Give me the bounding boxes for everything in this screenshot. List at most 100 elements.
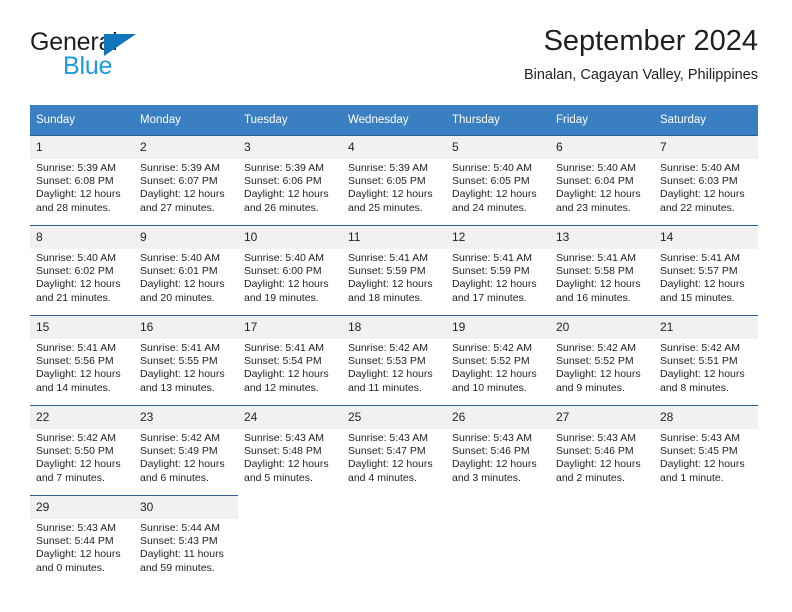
daylight-text-line2: and 4 minutes.	[348, 471, 417, 484]
calendar-day-cell[interactable]: 8 Sunrise: 5:40 AM Sunset: 6:02 PM Daylight…	[30, 225, 134, 308]
day-details: Sunrise: 5:41 AM Sunset: 5:54 PM Daylight:…	[238, 339, 342, 395]
calendar-day-cell[interactable]: 21 Sunrise: 5:42 AM Sunset: 5:51 PM Dayligh…	[654, 315, 758, 398]
day-cell-inner	[342, 495, 446, 518]
sunrise-text: Sunrise: 5:40 AM	[660, 162, 740, 174]
daylight-text-line1: Daylight: 12 hours	[452, 278, 537, 291]
daylight-text-line1: Daylight: 12 hours	[244, 188, 329, 201]
calendar-day-cell[interactable]: 17 Sunrise: 5:41 AM Sunset: 5:54 PM Dayligh…	[238, 315, 342, 398]
day-number	[238, 495, 342, 518]
calendar-day-cell[interactable]: 6 Sunrise: 5:40 AM Sunset: 6:04 PM Daylight…	[550, 135, 654, 218]
sunset-text: Sunset: 5:56 PM	[36, 355, 114, 368]
sunset-text: Sunset: 5:54 PM	[244, 355, 322, 368]
day-number	[342, 495, 446, 518]
daylight-text-line1: Daylight: 12 hours	[452, 458, 537, 471]
day-cell-inner: 12 Sunrise: 5:41 AM Sunset: 5:59 PM Dayligh…	[446, 225, 550, 308]
sunset-text: Sunset: 5:47 PM	[348, 445, 426, 458]
calendar-day-cell[interactable]: 4 Sunrise: 5:39 AM Sunset: 6:05 PM Daylight…	[342, 135, 446, 218]
day-details: Sunrise: 5:40 AM Sunset: 6:05 PM Daylight:…	[446, 159, 550, 215]
daylight-text-line2: and 2 minutes.	[556, 471, 625, 484]
calendar-day-cell[interactable]: 2 Sunrise: 5:39 AM Sunset: 6:07 PM Daylight…	[134, 135, 238, 218]
calendar-day-cell[interactable]: 16 Sunrise: 5:41 AM Sunset: 5:55 PM Dayligh…	[134, 315, 238, 398]
daylight-text-line2: and 23 minutes.	[556, 201, 631, 214]
calendar-day-cell[interactable]: 15 Sunrise: 5:41 AM Sunset: 5:56 PM Dayligh…	[30, 315, 134, 398]
calendar-day-cell[interactable]: 29 Sunrise: 5:43 AM Sunset: 5:44 PM Dayligh…	[30, 495, 134, 578]
calendar-day-cell[interactable]: 13 Sunrise: 5:41 AM Sunset: 5:58 PM Dayligh…	[550, 225, 654, 308]
week-spacer	[30, 398, 758, 405]
page-title: September 2024	[543, 25, 758, 57]
calendar-day-cell[interactable]: 23 Sunrise: 5:42 AM Sunset: 5:49 PM Dayligh…	[134, 405, 238, 488]
day-details: Sunrise: 5:40 AM Sunset: 6:01 PM Daylight:…	[134, 249, 238, 305]
sunset-text: Sunset: 5:59 PM	[452, 265, 530, 278]
day-cell-inner: 7 Sunrise: 5:40 AM Sunset: 6:03 PM Daylight…	[654, 135, 758, 218]
day-cell-inner: 4 Sunrise: 5:39 AM Sunset: 6:05 PM Daylight…	[342, 135, 446, 218]
day-cell-inner: 23 Sunrise: 5:42 AM Sunset: 5:49 PM Dayligh…	[134, 405, 238, 488]
calendar-day-cell[interactable]: 26 Sunrise: 5:43 AM Sunset: 5:46 PM Dayligh…	[446, 405, 550, 488]
week-spacer-cell	[550, 218, 654, 225]
week-spacer-cell	[30, 218, 134, 225]
day-number: 10	[238, 226, 342, 249]
week-spacer-cell	[550, 308, 654, 315]
daylight-text-line2: and 11 minutes.	[348, 381, 422, 394]
day-number: 30	[134, 496, 238, 519]
brand-logo[interactable]: General Blue	[30, 30, 200, 86]
day-details: Sunrise: 5:39 AM Sunset: 6:05 PM Daylight:…	[342, 159, 446, 215]
day-cell-inner: 30 Sunrise: 5:44 AM Sunset: 5:43 PM Dayligh…	[134, 495, 238, 578]
calendar-day-cell[interactable]: 14 Sunrise: 5:41 AM Sunset: 5:57 PM Dayligh…	[654, 225, 758, 308]
day-number: 11	[342, 226, 446, 249]
day-details: Sunrise: 5:41 AM Sunset: 5:59 PM Daylight:…	[446, 249, 550, 305]
day-details: Sunrise: 5:42 AM Sunset: 5:52 PM Daylight:…	[446, 339, 550, 395]
calendar-day-cell[interactable]: 19 Sunrise: 5:42 AM Sunset: 5:52 PM Dayligh…	[446, 315, 550, 398]
day-cell-inner: 28 Sunrise: 5:43 AM Sunset: 5:45 PM Dayligh…	[654, 405, 758, 488]
daylight-text-line1: Daylight: 12 hours	[660, 188, 745, 201]
day-number: 27	[550, 406, 654, 429]
day-details: Sunrise: 5:41 AM Sunset: 5:57 PM Daylight:…	[654, 249, 758, 305]
daylight-text-line1: Daylight: 12 hours	[556, 188, 641, 201]
week-spacer-cell	[342, 398, 446, 405]
sunset-text: Sunset: 6:01 PM	[140, 265, 218, 278]
calendar-day-cell[interactable]: 7 Sunrise: 5:40 AM Sunset: 6:03 PM Daylight…	[654, 135, 758, 218]
calendar-day-cell[interactable]: 12 Sunrise: 5:41 AM Sunset: 5:59 PM Dayligh…	[446, 225, 550, 308]
sunrise-text: Sunrise: 5:41 AM	[556, 252, 636, 264]
calendar-day-cell[interactable]: 24 Sunrise: 5:43 AM Sunset: 5:48 PM Dayligh…	[238, 405, 342, 488]
calendar-day-cell[interactable]: 3 Sunrise: 5:39 AM Sunset: 6:06 PM Daylight…	[238, 135, 342, 218]
calendar-day-cell[interactable]: 9 Sunrise: 5:40 AM Sunset: 6:01 PM Daylight…	[134, 225, 238, 308]
sunrise-text: Sunrise: 5:43 AM	[556, 432, 636, 444]
calendar-week-row: 1 Sunrise: 5:39 AM Sunset: 6:08 PM Daylight…	[30, 135, 758, 218]
calendar-day-cell[interactable]: 22 Sunrise: 5:42 AM Sunset: 5:50 PM Dayligh…	[30, 405, 134, 488]
calendar-day-cell[interactable]: 5 Sunrise: 5:40 AM Sunset: 6:05 PM Daylight…	[446, 135, 550, 218]
day-details: Sunrise: 5:43 AM Sunset: 5:46 PM Daylight:…	[550, 429, 654, 485]
day-details: Sunrise: 5:39 AM Sunset: 6:07 PM Daylight:…	[134, 159, 238, 215]
sunrise-text: Sunrise: 5:42 AM	[348, 342, 428, 354]
day-cell-inner: 13 Sunrise: 5:41 AM Sunset: 5:58 PM Dayligh…	[550, 225, 654, 308]
calendar-day-cell[interactable]: 30 Sunrise: 5:44 AM Sunset: 5:43 PM Dayligh…	[134, 495, 238, 578]
daylight-text-line1: Daylight: 12 hours	[140, 278, 225, 291]
calendar-day-cell[interactable]: 1 Sunrise: 5:39 AM Sunset: 6:08 PM Daylight…	[30, 135, 134, 218]
calendar-day-cell-empty	[238, 495, 342, 578]
week-spacer-cell	[30, 398, 134, 405]
sunset-text: Sunset: 5:43 PM	[140, 535, 218, 548]
day-number: 7	[654, 136, 758, 159]
daylight-text-line2: and 6 minutes.	[140, 471, 209, 484]
day-number: 5	[446, 136, 550, 159]
week-spacer-cell	[238, 398, 342, 405]
calendar-day-cell[interactable]: 28 Sunrise: 5:43 AM Sunset: 5:45 PM Dayligh…	[654, 405, 758, 488]
daylight-text-line1: Daylight: 12 hours	[348, 188, 433, 201]
day-cell-inner: 10 Sunrise: 5:40 AM Sunset: 6:00 PM Dayligh…	[238, 225, 342, 308]
calendar-day-cell[interactable]: 10 Sunrise: 5:40 AM Sunset: 6:00 PM Dayligh…	[238, 225, 342, 308]
week-spacer-cell	[30, 308, 134, 315]
calendar-body: 1 Sunrise: 5:39 AM Sunset: 6:08 PM Daylight…	[30, 135, 758, 578]
calendar-day-cell[interactable]: 25 Sunrise: 5:43 AM Sunset: 5:47 PM Dayligh…	[342, 405, 446, 488]
day-details: Sunrise: 5:43 AM Sunset: 5:45 PM Daylight:…	[654, 429, 758, 485]
sunset-text: Sunset: 6:05 PM	[452, 175, 530, 188]
calendar-day-cell[interactable]: 27 Sunrise: 5:43 AM Sunset: 5:46 PM Dayligh…	[550, 405, 654, 488]
sunset-text: Sunset: 5:53 PM	[348, 355, 426, 368]
calendar-day-cell[interactable]: 11 Sunrise: 5:41 AM Sunset: 5:59 PM Dayligh…	[342, 225, 446, 308]
calendar-page: General Blue September 2024 Binalan, Cag…	[0, 0, 792, 612]
sunrise-text: Sunrise: 5:43 AM	[244, 432, 324, 444]
week-spacer-cell	[446, 398, 550, 405]
day-details: Sunrise: 5:41 AM Sunset: 5:56 PM Daylight:…	[30, 339, 134, 395]
calendar-day-cell[interactable]: 20 Sunrise: 5:42 AM Sunset: 5:52 PM Dayligh…	[550, 315, 654, 398]
calendar-day-cell[interactable]: 18 Sunrise: 5:42 AM Sunset: 5:53 PM Dayligh…	[342, 315, 446, 398]
day-cell-inner: 18 Sunrise: 5:42 AM Sunset: 5:53 PM Dayligh…	[342, 315, 446, 398]
sunset-text: Sunset: 5:57 PM	[660, 265, 738, 278]
